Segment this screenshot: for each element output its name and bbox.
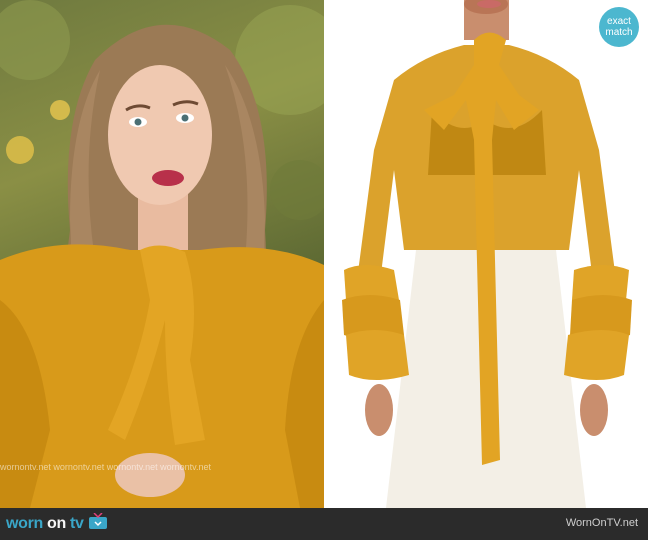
footer-bar: worn on tv WornOnTV.net xyxy=(0,508,648,540)
wornontv-logo[interactable]: worn on tv xyxy=(6,511,108,537)
watermark-text: wornontv.net wornontv.net wornontv.net w… xyxy=(0,462,211,472)
badge-line-1: exact xyxy=(607,16,631,27)
blouse-product-illustration xyxy=(342,0,632,508)
badge-line-2: match xyxy=(605,27,633,38)
tv-scene-photo: wornontv.net wornontv.net wornontv.net w… xyxy=(0,0,324,508)
exact-match-badge: exact match xyxy=(599,7,639,47)
logo-word-on: on xyxy=(47,515,66,532)
logo-word-worn: worn xyxy=(6,515,44,532)
tv-scene-illustration xyxy=(0,0,324,508)
logo-word-tv: tv xyxy=(69,515,84,532)
tv-icon xyxy=(88,511,108,536)
footer-site-label[interactable]: WornOnTV.net xyxy=(566,517,638,529)
product-photo xyxy=(324,0,648,508)
